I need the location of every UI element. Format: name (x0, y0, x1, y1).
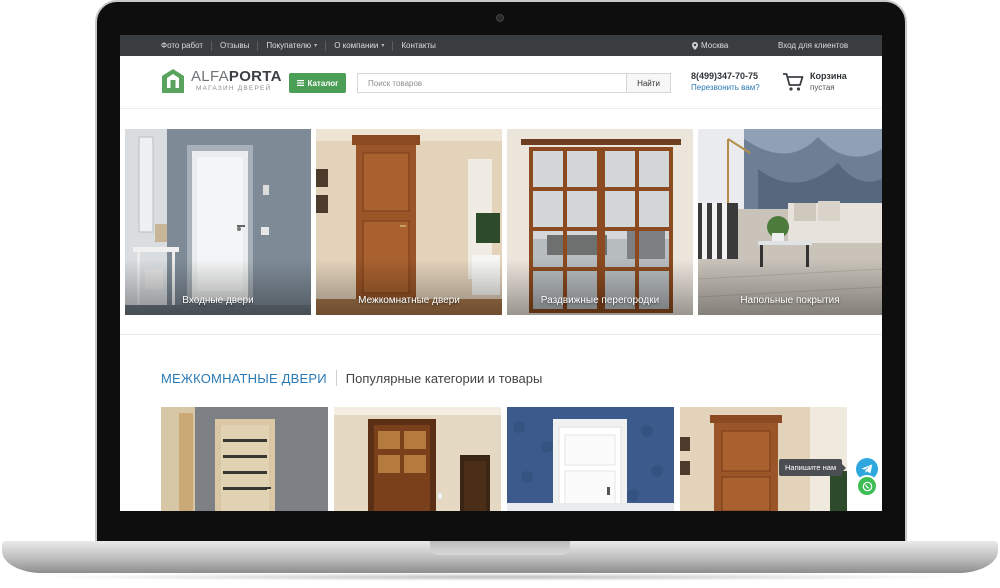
product-image (161, 407, 328, 511)
divider (120, 334, 882, 335)
browser-screen: Фото работ Отзывы Покупателю ▾ О компании… (120, 35, 882, 511)
section-separator (335, 370, 337, 386)
tile-label: Напольные покрытия (740, 295, 840, 306)
section-subtitle: Популярные категории и товары (345, 370, 543, 386)
flooring-image (698, 129, 882, 315)
laptop-notch (430, 541, 570, 555)
callback-link[interactable]: Перезвонить вам? (691, 82, 760, 93)
chevron-down-icon: ▾ (381, 42, 385, 49)
telegram-plane-icon (861, 464, 873, 474)
chevron-down-icon: ▾ (314, 42, 318, 49)
menu-icon (296, 80, 304, 86)
cart-icon (783, 73, 804, 91)
product-card[interactable] (161, 407, 328, 511)
top-bar: Фото работ Отзывы Покупателю ▾ О компании… (120, 35, 882, 56)
topnav-item-buyers[interactable]: Покупателю ▾ (257, 40, 325, 51)
whatsapp-phone-icon (862, 481, 872, 491)
search-box: Найти (357, 73, 671, 93)
top-nav: Фото работ Отзывы Покупателю ▾ О компании… (161, 35, 444, 56)
logo-subtitle: МАГАЗИН ДВЕРЕЙ (196, 85, 272, 92)
category-tile-entrance-doors[interactable]: Входные двери (125, 129, 311, 315)
entrance-door-image (125, 129, 311, 315)
product-image (507, 407, 674, 511)
client-login-link[interactable]: Вход для клиентов (778, 35, 848, 56)
tile-label: Раздвижные перегородки (540, 295, 660, 306)
tile-label: Входные двери (182, 295, 254, 306)
search-button[interactable]: Найти (626, 74, 670, 92)
catalog-button[interactable]: Каталог (289, 73, 346, 93)
cart[interactable]: Корзина пустая (782, 71, 847, 93)
logo[interactable]: ALFAPORTA МАГАЗИН ДВЕРЕЙ (161, 68, 282, 94)
category-tile-interior-doors[interactable]: Межкомнатные двери (316, 129, 502, 315)
location-pin-icon (692, 41, 698, 50)
category-tile-sliding-partitions[interactable]: Раздвижные перегородки (507, 129, 693, 315)
section-title[interactable]: МЕЖКОМНАТНЫЕ ДВЕРИ (161, 371, 327, 386)
section-heading: МЕЖКОМНАТНЫЕ ДВЕРИ Популярные категории … (161, 370, 542, 386)
search-input[interactable] (358, 74, 626, 92)
laptop-shadow (30, 573, 970, 581)
topnav-item-photos[interactable]: Фото работ (161, 41, 211, 51)
whatsapp-icon[interactable] (856, 475, 878, 497)
product-card[interactable] (334, 407, 501, 511)
topnav-item-contacts[interactable]: Контакты (392, 40, 444, 51)
cart-status: пустая (810, 83, 835, 92)
camera-icon (497, 15, 503, 21)
logo-title: ALFAPORTA (191, 68, 282, 85)
topnav-item-company[interactable]: О компании ▾ (325, 40, 392, 51)
phone-number[interactable]: 8(499)347-70-75 (691, 71, 760, 82)
cart-title: Корзина (810, 71, 847, 81)
category-tile-flooring[interactable]: Напольные покрытия (698, 129, 882, 315)
site-header: ALFAPORTA МАГАЗИН ДВЕРЕЙ Каталог Найти 8… (120, 56, 882, 109)
tile-label: Межкомнатные двери (358, 295, 460, 306)
chat-tooltip[interactable]: Напишите нам (779, 459, 847, 476)
topnav-item-reviews[interactable]: Отзывы (211, 40, 257, 51)
category-tiles: Входные двери Межкомнатные двери Раздвиж… (125, 129, 882, 315)
interior-door-image (316, 129, 502, 315)
house-logo-icon (162, 69, 184, 93)
product-card[interactable] (507, 407, 674, 511)
product-image (334, 407, 501, 511)
phone-block: 8(499)347-70-75 Перезвонить вам? (691, 71, 760, 93)
sliding-partition-image (507, 129, 693, 315)
city-selector[interactable]: Москва (692, 35, 728, 56)
